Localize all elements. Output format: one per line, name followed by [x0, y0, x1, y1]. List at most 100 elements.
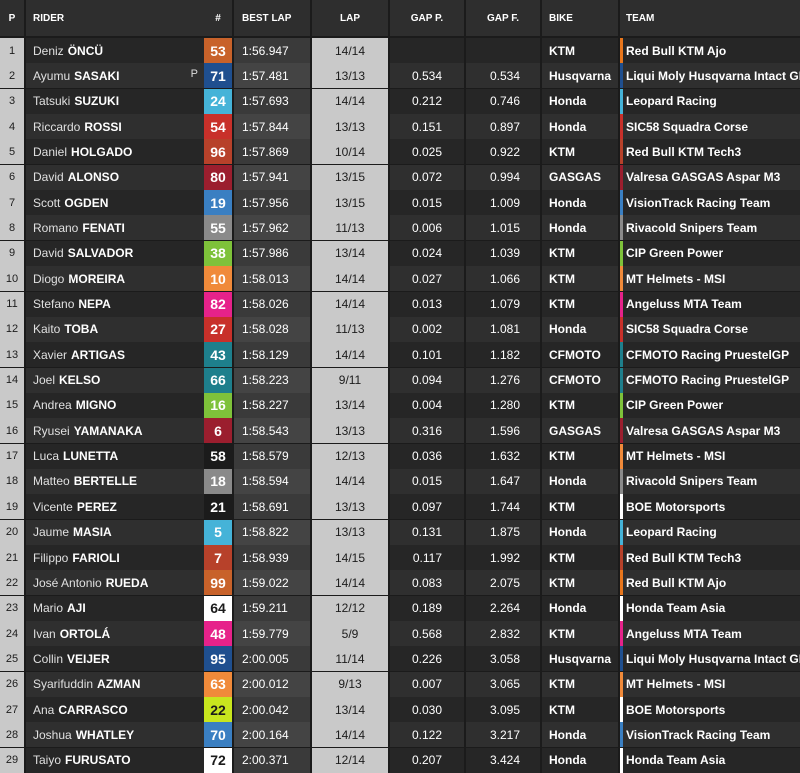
table-row[interactable]: 2 Ayumu SASAKI P 71 1:57.481 13/13 0.534 0.534 Hu… [0, 63, 800, 89]
team-cell[interactable]: Leopard Racing [620, 519, 800, 545]
rider-cell[interactable]: Scott OGDEN [26, 190, 204, 216]
team-cell[interactable]: Liqui Moly Husqvarna Intact GP [620, 646, 800, 672]
table-row[interactable]: 12 Kaito TOBA 27 1:58.028 11/13 0.002 1.081 Hond… [0, 316, 800, 342]
team-cell[interactable]: Angeluss MTA Team [620, 621, 800, 647]
rider-cell[interactable]: Joel KELSO [26, 367, 204, 393]
table-row[interactable]: 9 David SALVADOR 38 1:57.986 13/14 0.024 1.039 K… [0, 240, 800, 266]
table-row[interactable]: 10 Diogo MOREIRA 10 1:58.013 14/14 0.027 1.066 K… [0, 266, 800, 292]
rider-cell[interactable]: Riccardo ROSSI [26, 114, 204, 140]
team-name: SIC58 Squadra Corse [626, 322, 749, 337]
table-row[interactable]: 22 José Antonio RUEDA 99 1:59.022 14/14 0.083 2… [0, 570, 800, 596]
rider-cell[interactable]: Taiyo FURUSATO [26, 747, 204, 773]
rider-cell[interactable]: Collin VEIJER [26, 646, 204, 672]
table-row[interactable]: 16 Ryusei YAMANAKA 6 1:58.543 13/13 0.316 1.596… [0, 418, 800, 444]
rider-cell[interactable]: Xavier ARTIGAS [26, 342, 204, 368]
table-row[interactable]: 6 David ALONSO 80 1:57.941 13/15 0.072 0.994 GAS… [0, 164, 800, 190]
table-row[interactable]: 20 Jaume MASIA 5 1:58.822 13/13 0.131 1.875 Hond… [0, 519, 800, 545]
team-color-bar [620, 38, 623, 63]
rider-cell[interactable]: Tatsuki SUZUKI [26, 88, 204, 114]
team-cell[interactable]: MT Helmets - MSI [620, 443, 800, 469]
team-cell[interactable]: VisionTrack Racing Team [620, 190, 800, 216]
table-row[interactable]: 15 Andrea MIGNO 16 1:58.227 13/14 0.004 1.280 KT… [0, 392, 800, 418]
table-row[interactable]: 7 Scott OGDEN 19 1:57.956 13/15 0.015 1.009 Hond… [0, 190, 800, 216]
rider-cell[interactable]: Syarifuddin AZMAN [26, 671, 204, 697]
table-row[interactable]: 27 Ana CARRASCO 22 2:00.042 13/14 0.030 3.095 KT… [0, 697, 800, 723]
table-row[interactable]: 11 Stefano NEPA 82 1:58.026 14/14 0.013 1.079 KT… [0, 291, 800, 317]
team-cell[interactable]: Red Bull KTM Ajo [620, 570, 800, 596]
table-row[interactable]: 26 Syarifuddin AZMAN 63 2:00.012 9/13 0.007 3.0… [0, 671, 800, 697]
team-cell[interactable]: Liqui Moly Husqvarna Intact GP [620, 63, 800, 89]
team-cell[interactable]: Honda Team Asia [620, 747, 800, 773]
team-cell[interactable]: Honda Team Asia [620, 595, 800, 621]
header-rider[interactable]: RIDER [26, 0, 204, 36]
header-number[interactable]: # [204, 0, 232, 36]
header-gap-previous[interactable]: GAP P. [390, 0, 464, 36]
header-pos[interactable]: P [0, 0, 24, 36]
team-cell[interactable]: SIC58 Squadra Corse [620, 114, 800, 140]
table-row[interactable]: 17 Luca LUNETTA 58 1:58.579 12/13 0.036 1.632 KT… [0, 443, 800, 469]
rider-cell[interactable]: Luca LUNETTA [26, 443, 204, 469]
team-cell[interactable]: Red Bull KTM Tech3 [620, 139, 800, 165]
team-cell[interactable]: MT Helmets - MSI [620, 266, 800, 292]
table-row[interactable]: 21 Filippo FARIOLI 7 1:58.939 14/15 0.117 1.992… [0, 545, 800, 570]
team-cell[interactable]: Red Bull KTM Ajo [620, 38, 800, 63]
table-row[interactable]: 18 Matteo BERTELLE 18 1:58.594 14/14 0.015 1.64… [0, 468, 800, 494]
rider-cell[interactable]: David SALVADOR [26, 240, 204, 266]
table-row[interactable]: 29 Taiyo FURUSATO 72 2:00.371 12/14 0.207 3.424… [0, 747, 800, 773]
rider-cell[interactable]: José Antonio RUEDA [26, 570, 204, 596]
rider-cell[interactable]: Daniel HOLGADO [26, 139, 204, 165]
table-row[interactable]: 13 Xavier ARTIGAS 43 1:58.129 14/14 0.101 1.182… [0, 342, 800, 368]
team-cell[interactable]: MT Helmets - MSI [620, 671, 800, 697]
team-cell[interactable]: Leopard Racing [620, 88, 800, 114]
rider-cell[interactable]: Stefano NEPA [26, 291, 204, 317]
team-cell[interactable]: VisionTrack Racing Team [620, 722, 800, 748]
table-row[interactable]: 4 Riccardo ROSSI 54 1:57.844 13/13 0.151 0.897 H… [0, 114, 800, 140]
table-row[interactable]: 25 Collin VEIJER 95 2:00.005 11/14 0.226 3.058 H… [0, 646, 800, 672]
table-row[interactable]: 8 Romano FENATI 55 1:57.962 11/13 0.006 1.015 Ho… [0, 215, 800, 241]
rider-cell[interactable]: Matteo BERTELLE [26, 468, 204, 494]
rider-cell[interactable]: Diogo MOREIRA [26, 266, 204, 292]
team-cell[interactable]: SIC58 Squadra Corse [620, 316, 800, 342]
table-row[interactable]: 3 Tatsuki SUZUKI 24 1:57.693 14/14 0.212 0.746 H… [0, 88, 800, 114]
rider-cell[interactable]: Deniz ÖNCÜ [26, 38, 204, 63]
rider-cell[interactable]: Ryusei YAMANAKA [26, 418, 204, 444]
bike-cell: KTM [542, 38, 618, 63]
rider-number-badge: 43 [204, 342, 232, 368]
table-row[interactable]: 19 Vicente PEREZ 21 1:58.691 13/13 0.097 1.744 K… [0, 494, 800, 520]
rider-cell[interactable]: Romano FENATI [26, 215, 204, 241]
rider-cell[interactable]: Ayumu SASAKI P [26, 63, 204, 89]
table-row[interactable]: 1 Deniz ÖNCÜ 53 1:56.947 14/14 KTM Red Bull KTM… [0, 38, 800, 63]
team-cell[interactable]: CIP Green Power [620, 240, 800, 266]
team-cell[interactable]: BOE Motorsports [620, 494, 800, 520]
table-row[interactable]: 23 Mario AJI 64 1:59.211 12/12 0.189 2.264 Honda… [0, 595, 800, 621]
team-cell[interactable]: Rivacold Snipers Team [620, 468, 800, 494]
team-cell[interactable]: Rivacold Snipers Team [620, 215, 800, 241]
header-best-lap[interactable]: BEST LAP [234, 0, 310, 36]
header-team[interactable]: TEAM [620, 0, 800, 36]
team-cell[interactable]: Red Bull KTM Tech3 [620, 545, 800, 570]
team-cell[interactable]: BOE Motorsports [620, 697, 800, 723]
table-row[interactable]: 14 Joel KELSO 66 1:58.223 9/11 0.094 1.276 CFMOT… [0, 367, 800, 393]
rider-cell[interactable]: Filippo FARIOLI [26, 545, 204, 570]
rider-cell[interactable]: Vicente PEREZ [26, 494, 204, 520]
rider-cell[interactable]: Andrea MIGNO [26, 392, 204, 418]
rider-cell[interactable]: Ivan ORTOLÁ [26, 621, 204, 647]
rider-cell[interactable]: Mario AJI [26, 595, 204, 621]
header-bike[interactable]: BIKE [542, 0, 618, 36]
rider-cell[interactable]: Jaume MASIA [26, 519, 204, 545]
table-row[interactable]: 28 Joshua WHATLEY 70 2:00.164 14/14 0.122 3.217… [0, 722, 800, 748]
table-row[interactable]: 5 Daniel HOLGADO 96 1:57.869 10/14 0.025 0.922 K… [0, 139, 800, 165]
team-cell[interactable]: Angeluss MTA Team [620, 291, 800, 317]
team-cell[interactable]: CFMOTO Racing PruestelGP [620, 342, 800, 368]
team-cell[interactable]: CIP Green Power [620, 392, 800, 418]
header-lap[interactable]: LAP [312, 0, 388, 36]
rider-cell[interactable]: Kaito TOBA [26, 316, 204, 342]
team-cell[interactable]: Valresa GASGAS Aspar M3 [620, 164, 800, 190]
team-cell[interactable]: CFMOTO Racing PruestelGP [620, 367, 800, 393]
header-gap-first[interactable]: GAP F. [466, 0, 540, 36]
rider-cell[interactable]: Ana CARRASCO [26, 697, 204, 723]
table-row[interactable]: 24 Ivan ORTOLÁ 48 1:59.779 5/9 0.568 2.832 KTM An… [0, 621, 800, 647]
rider-cell[interactable]: Joshua WHATLEY [26, 722, 204, 748]
team-cell[interactable]: Valresa GASGAS Aspar M3 [620, 418, 800, 444]
rider-cell[interactable]: David ALONSO [26, 164, 204, 190]
